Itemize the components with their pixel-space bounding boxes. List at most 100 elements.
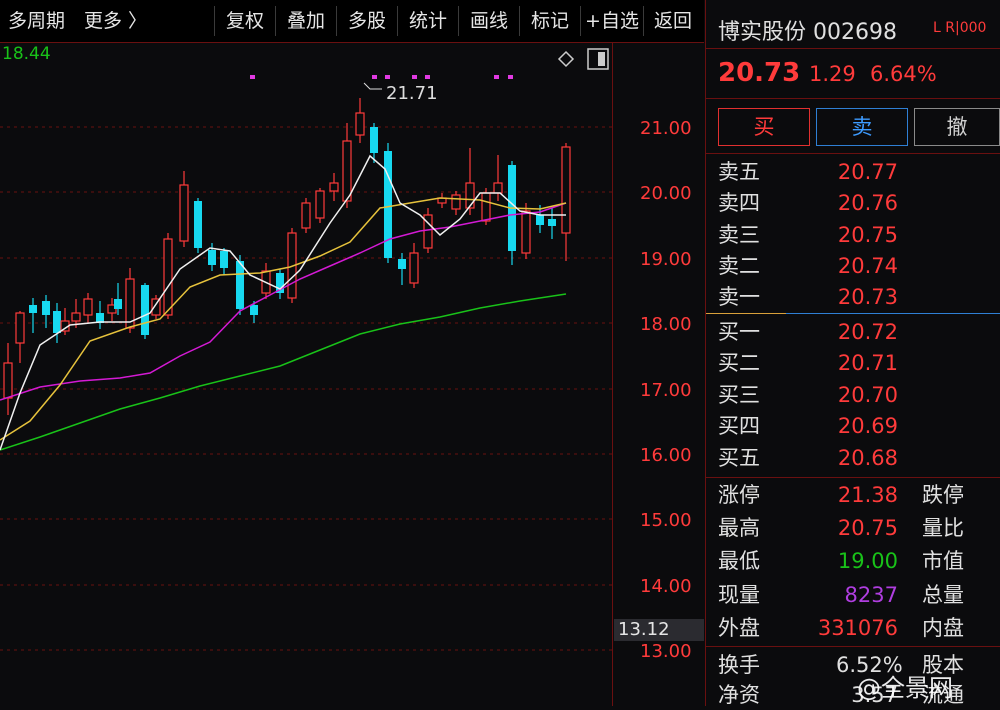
bid-level-label: 买五 [718,446,760,470]
candle-body [481,192,491,222]
candle-body [236,261,244,309]
stat-label: 外盘 [718,616,760,640]
divider [706,153,1000,154]
signal-markers [250,75,513,79]
quote-panel: 博实股份 002698 L R|000 20.73 1.29 6.64% 买 卖… [705,0,1000,707]
ask-level-label: 卖三 [718,223,760,247]
toolbar-item-draw[interactable]: 画线 [459,0,519,42]
stat-value: 331076 [817,616,898,640]
candle-body [355,112,365,136]
candlesticks [3,98,571,415]
period-selector[interactable]: 多周期 [8,0,86,42]
candle-body [370,127,378,153]
bid-level-price[interactable]: 20.71 [836,348,898,378]
stat-label: 最高 [718,516,760,540]
chart-toolbar: 多周期 更多 〉 复权 叠加 多股 统计 画线 标记 +自选 返回 [0,0,704,43]
more-menu[interactable]: 更多 〉 [84,0,154,42]
window-toggle-icon[interactable] [587,48,609,70]
divider [706,48,1000,49]
candle-body [301,202,311,229]
stat-label: 内盘 [922,616,964,640]
stat-label: 量比 [922,516,964,540]
toolbar-item-back[interactable]: 返回 [644,0,702,42]
ask-level-label: 卖一 [718,285,760,309]
y-axis-label: 20.00 [640,183,692,204]
stock-name-code: 博实股份 002698 [718,20,897,45]
candle-body [83,298,93,316]
ask-level-price[interactable]: 20.73 [836,282,898,312]
candle-body [342,140,352,202]
ask-level-price[interactable]: 20.74 [836,251,898,281]
ask-level-price[interactable]: 20.75 [836,220,898,250]
candle-body [15,312,25,344]
candle-body [451,194,461,210]
toolbar-item-multistock[interactable]: 多股 [337,0,397,42]
stat-value: 20.75 [837,516,898,540]
candle-body [250,305,258,315]
candle-body [398,259,406,269]
stat-value: 8237 [844,583,898,607]
level-tag: L R|000 [933,20,987,36]
bid-level-label: 买一 [718,320,760,344]
candle-body [409,252,419,284]
sell-button[interactable]: 卖 [816,108,908,146]
candle-body [465,182,475,209]
candle-body [3,362,13,399]
bid-level-label: 买二 [718,351,760,375]
candle-body [53,311,61,333]
crosshair-price-tag: 13.12 [614,619,704,641]
stat-value: 19.00 [837,549,898,573]
kline-svg: 21.71 [0,48,612,651]
bid-level-price[interactable]: 20.69 [836,411,898,441]
toolbar-item-stats[interactable]: 统计 [398,0,458,42]
stat-value: 21.38 [837,483,898,507]
ask-level-label: 卖五 [718,160,760,184]
stat-label: 市值 [922,549,964,573]
candle-body [220,251,228,268]
candle-body [71,312,81,322]
y-axis-label: 13.00 [640,641,692,662]
y-axis-label: 14.00 [640,576,692,597]
y-axis-label: 15.00 [640,510,692,531]
toolbar-item-adjust[interactable]: 复权 [215,0,275,42]
buy-button[interactable]: 买 [718,108,810,146]
candle-body [329,182,339,192]
candle-body [208,250,216,265]
ask-level-label: 卖二 [718,254,760,278]
last-price: 20.73 [718,58,801,88]
stat-label: 跌停 [922,483,964,507]
bid-level-price[interactable]: 20.72 [836,317,898,347]
diamond-icon[interactable] [557,50,575,68]
toolbar-item-overlay[interactable]: 叠加 [276,0,336,42]
candle-body [141,285,149,335]
cancel-button[interactable]: 撤 [914,108,1000,146]
price-change-pct: 6.64% [870,62,937,86]
ask-level-price[interactable]: 20.76 [836,188,898,218]
y-axis-label: 21.00 [640,118,692,139]
ma10-line [0,197,567,441]
high-price-marker: 21.71 [363,82,438,104]
candle-body [548,219,556,226]
candle-body [114,299,122,309]
toolbar-item-mark[interactable]: 标记 [520,0,580,42]
stat-label: 涨停 [718,483,760,507]
stat-label: 总量 [922,583,964,607]
candle-body [536,215,544,225]
ask-level-price[interactable]: 20.77 [836,157,898,187]
bid-level-price[interactable]: 20.70 [836,380,898,410]
stat-label: 最低 [718,549,760,573]
bid-level-price[interactable]: 20.68 [836,443,898,473]
y-axis-label: 16.00 [640,445,692,466]
toolbar-item-watchlist[interactable]: +自选 [581,0,643,42]
bid-level-label: 买四 [718,414,760,438]
divider [706,313,786,314]
ask-level-label: 卖四 [718,191,760,215]
bid-level-label: 买三 [718,383,760,407]
candle-body [561,146,571,234]
stat-label: 换手 [718,653,760,677]
divider [706,477,1000,478]
stat-label: 现量 [718,583,760,607]
y-axis-label: 17.00 [640,380,692,401]
candle-body [194,201,202,248]
price-change: 1.29 [809,62,856,86]
